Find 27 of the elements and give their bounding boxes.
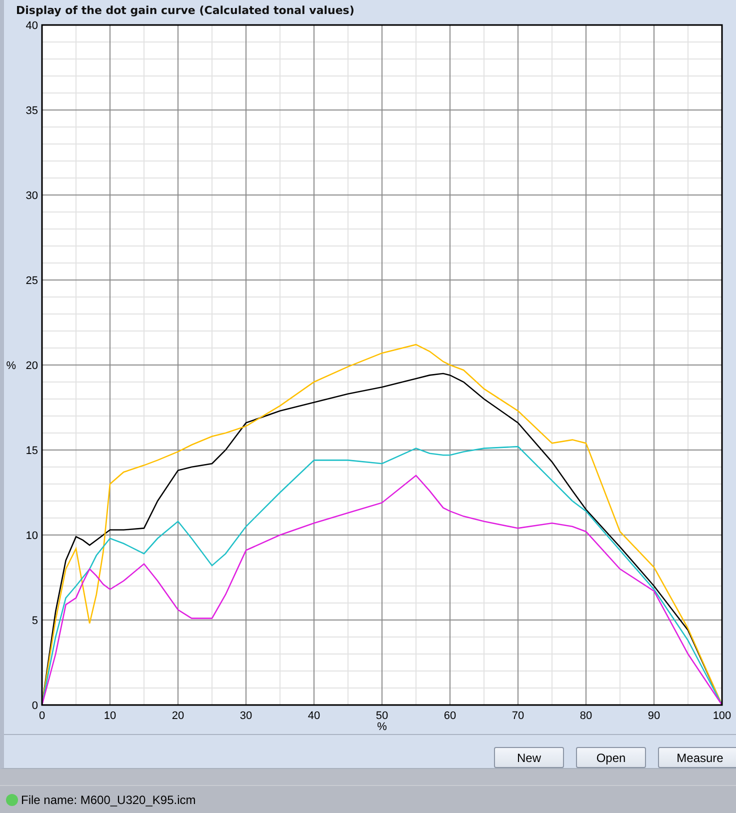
y-tick-label: 25 [26,275,38,287]
y-tick-label: 30 [26,190,38,202]
x-tick-label: 60 [444,710,456,722]
toolbar-button[interactable]: Open [576,747,646,768]
y-tick-label: 5 [32,615,38,627]
file-name-text: File name: M600_U320_K95.icm [21,792,196,806]
y-tick-label: 40 [26,20,38,32]
y-axis-label: % [6,360,16,372]
x-tick-label: 50 [376,710,388,722]
y-tick-label: 0 [32,700,38,712]
x-tick-label: 100 [712,710,732,722]
y-tick-label: 10 [26,530,38,542]
toolbar-button[interactable]: Measure [658,747,736,768]
x-tick-label: 0 [38,710,46,722]
x-axis-label: % [377,721,387,733]
toolbar-button[interactable]: New [494,747,564,768]
y-tick-label: 35 [26,105,38,117]
y-tick-label: 20 [26,360,38,372]
x-tick-label: 30 [240,710,252,722]
x-tick-label: 70 [512,710,524,722]
y-tick-label: 15 [26,445,38,457]
x-tick-label: 90 [648,710,660,722]
x-tick-label: 20 [172,710,184,722]
x-tick-label: 10 [104,710,116,722]
x-tick-label: 80 [580,710,592,722]
panel-title: Display of the dot gain curve (Calculated tonal values) [15,3,356,18]
x-tick-label: 40 [308,710,320,722]
